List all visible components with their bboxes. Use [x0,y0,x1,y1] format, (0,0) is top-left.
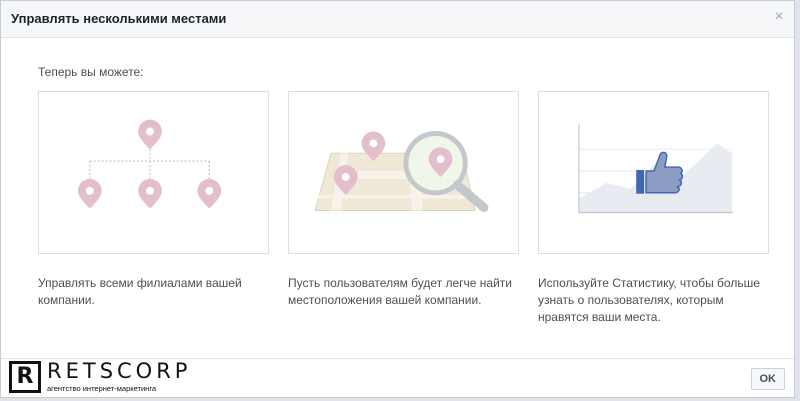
insights-like-illustration [578,123,734,214]
logo-letter-box: R [9,361,41,393]
dialog-title: Управлять несколькими местами [11,11,227,26]
close-icon[interactable]: × [772,9,786,25]
ok-button[interactable]: OK [750,368,785,390]
intro-text: Теперь вы можете: [38,65,144,79]
like-icon [636,151,684,194]
card-description-insights: Используйте Статистику, чтобы больше узн… [538,276,760,324]
card-manage-branches [38,91,269,254]
card-find-locations [288,91,519,254]
card-description-locations: Пусть пользователям будет легче найти ме… [288,276,512,307]
card-insights [538,91,769,254]
logo-name: RETSCORP [47,359,192,383]
card-description-branches: Управлять всеми филиалами вашей компании… [38,276,242,307]
hierarchy-pins-illustration [77,119,222,209]
dialog-header: Управлять несколькими местами × [1,1,794,38]
logo-tagline: агентство интернет-маркетинга [47,384,157,393]
retscorp-watermark-logo: R RETSCORP агентство интернет-маркетинга [9,359,209,397]
manage-locations-dialog: Управлять несколькими местами × Теперь в… [0,0,795,398]
map-magnifier-illustration [314,131,489,213]
